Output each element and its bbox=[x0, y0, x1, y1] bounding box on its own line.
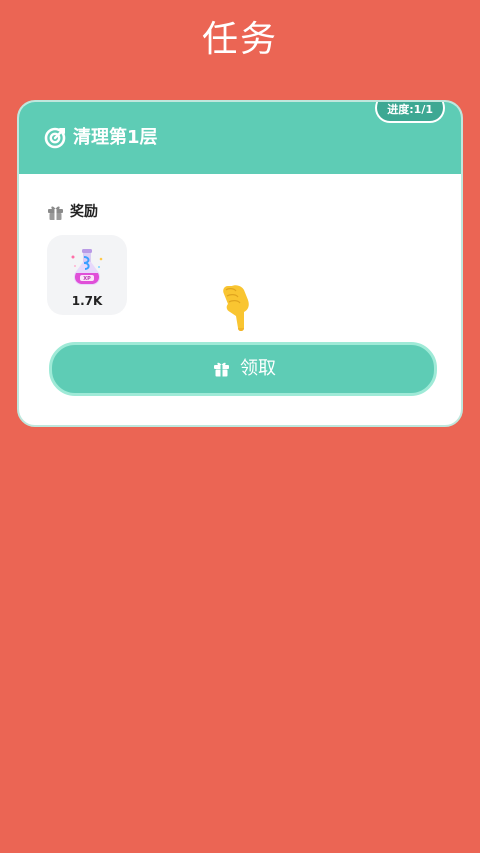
reward-amount: 1.7K bbox=[71, 294, 103, 308]
progress-badge: 进度:1/1 bbox=[375, 102, 445, 123]
gift-icon bbox=[214, 362, 229, 377]
card-title: 清理第1层 bbox=[73, 127, 158, 148]
reward-label: 奖励 bbox=[70, 204, 98, 220]
progress-text: 进度:1/1 bbox=[387, 103, 433, 116]
potion-icon: XP bbox=[71, 249, 103, 285]
hand-pointer-icon bbox=[223, 285, 249, 331]
reward-item: XP 1.7K bbox=[47, 235, 127, 315]
gift-icon bbox=[48, 206, 63, 220]
claim-button-label: 领取 bbox=[240, 358, 276, 379]
svg-text:XP: XP bbox=[83, 276, 91, 282]
claim-button[interactable]: 领取 bbox=[49, 342, 437, 396]
card-header: 清理第1层 进度:1/1 bbox=[19, 102, 461, 174]
target-icon bbox=[44, 127, 66, 149]
page-title: 任务 bbox=[201, 19, 278, 60]
task-card: 清理第1层 进度:1/1 奖励 XP 1.7K 领取 bbox=[17, 100, 463, 427]
